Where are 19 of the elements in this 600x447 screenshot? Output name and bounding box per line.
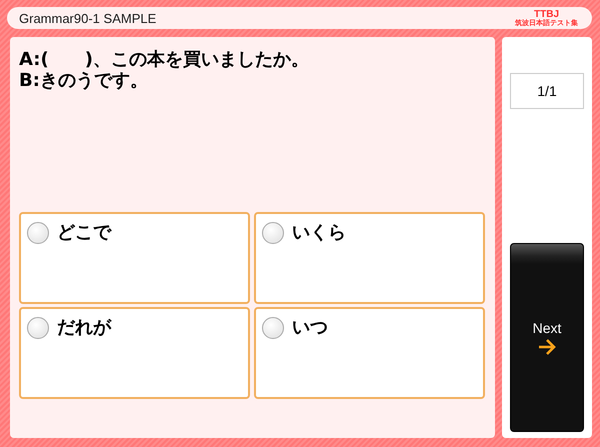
- option-label: だれが: [57, 317, 111, 339]
- question-text: B:きのうです。: [19, 70, 149, 91]
- next-button[interactable]: Next: [510, 243, 584, 432]
- answer-option[interactable]: だれが: [19, 307, 250, 399]
- radio-button[interactable]: [27, 317, 49, 339]
- logo-text: TTBJ: [534, 10, 559, 20]
- option-label: いくら: [292, 222, 346, 244]
- question-text: A:( )、この本を買いましたか。: [19, 49, 310, 70]
- radio-button[interactable]: [262, 222, 284, 244]
- answer-option[interactable]: どこで: [19, 212, 250, 304]
- radio-button[interactable]: [262, 317, 284, 339]
- quiz-title: Grammar90-1 SAMPLE: [19, 10, 156, 26]
- option-label: いつ: [292, 317, 328, 339]
- page-counter: 1/1: [510, 73, 584, 109]
- answer-option[interactable]: いくら: [254, 212, 485, 304]
- option-label: どこで: [57, 222, 111, 244]
- radio-button[interactable]: [27, 222, 49, 244]
- arrow-right-icon: [537, 338, 557, 356]
- answer-option[interactable]: いつ: [254, 307, 485, 399]
